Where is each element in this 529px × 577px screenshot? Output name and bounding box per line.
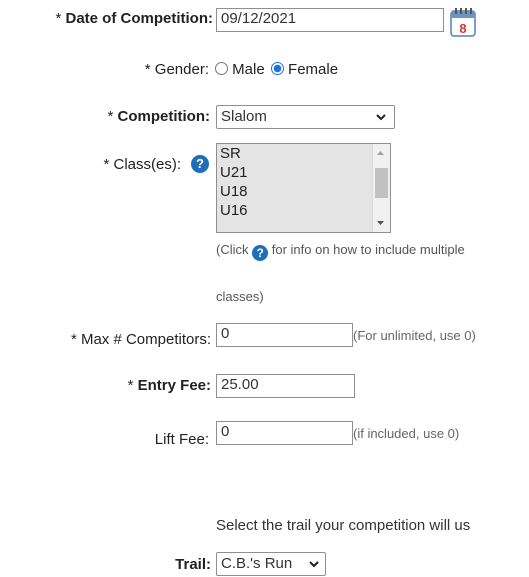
max-competitors-field[interactable]: 0 [216, 323, 353, 347]
chevron-down-icon [376, 114, 386, 121]
trail-prompt: Select the trail your competition will u… [216, 517, 471, 534]
entry-fee-label: * Entry Fee: [127, 377, 211, 394]
lift-fee-field[interactable]: 0 [216, 421, 353, 445]
calendar-day-number: 8 [459, 21, 466, 36]
lift-fee-hint: (if included, use 0) [353, 426, 460, 441]
chevron-down-icon [309, 561, 319, 568]
lift-fee-label: Lift Fee: [154, 431, 209, 448]
gender-male-radio[interactable] [215, 62, 228, 75]
classes-label: * Class(es): [103, 156, 181, 173]
class-option[interactable]: U16 [217, 201, 390, 220]
listbox-scrollbar[interactable] [372, 144, 390, 232]
gender-label: * Gender: [144, 61, 209, 78]
gender-female-radio[interactable] [270, 62, 284, 75]
max-competitors-hint: (For unlimited, use 0) [353, 328, 476, 343]
trail-label: Trail: [175, 556, 211, 573]
calendar-icon-graphic: 8 [450, 8, 476, 37]
scroll-down-icon[interactable] [373, 216, 388, 230]
help-icon[interactable]: ? [191, 155, 209, 173]
competition-selected-value: Slalom [221, 108, 267, 125]
competition-label: * Competition: [107, 108, 211, 125]
classes-note-line2: classes) [216, 289, 264, 304]
gender-male-label[interactable]: Male [232, 61, 265, 78]
help-icon[interactable]: ? [252, 245, 269, 261]
calendar-icon[interactable]: 8 [449, 6, 477, 38]
class-option[interactable]: U18 [217, 182, 390, 201]
entry-fee-field[interactable]: 25.00 [216, 374, 355, 398]
gender-female-label[interactable]: Female [288, 61, 338, 78]
scroll-up-icon[interactable] [373, 146, 388, 160]
max-competitors-label: * Max # Competitors: [70, 331, 211, 348]
trail-selected-value: C.B.'s Run [221, 555, 293, 572]
competition-select[interactable]: Slalom [216, 105, 395, 129]
classes-note: (Click ? for info on how to include mult… [216, 242, 465, 261]
scrollbar-thumb[interactable] [375, 168, 388, 198]
trail-select[interactable]: C.B.'s Run [216, 552, 326, 576]
gender-radio-group: Male Female [215, 61, 338, 78]
date-label: * Date of Competition: [55, 10, 213, 27]
class-option[interactable]: SR [217, 144, 390, 163]
class-option[interactable]: U21 [217, 163, 390, 182]
classes-listbox[interactable]: SR U21 U18 U16 [216, 143, 391, 233]
date-field[interactable]: 09/12/2021 [216, 8, 444, 32]
